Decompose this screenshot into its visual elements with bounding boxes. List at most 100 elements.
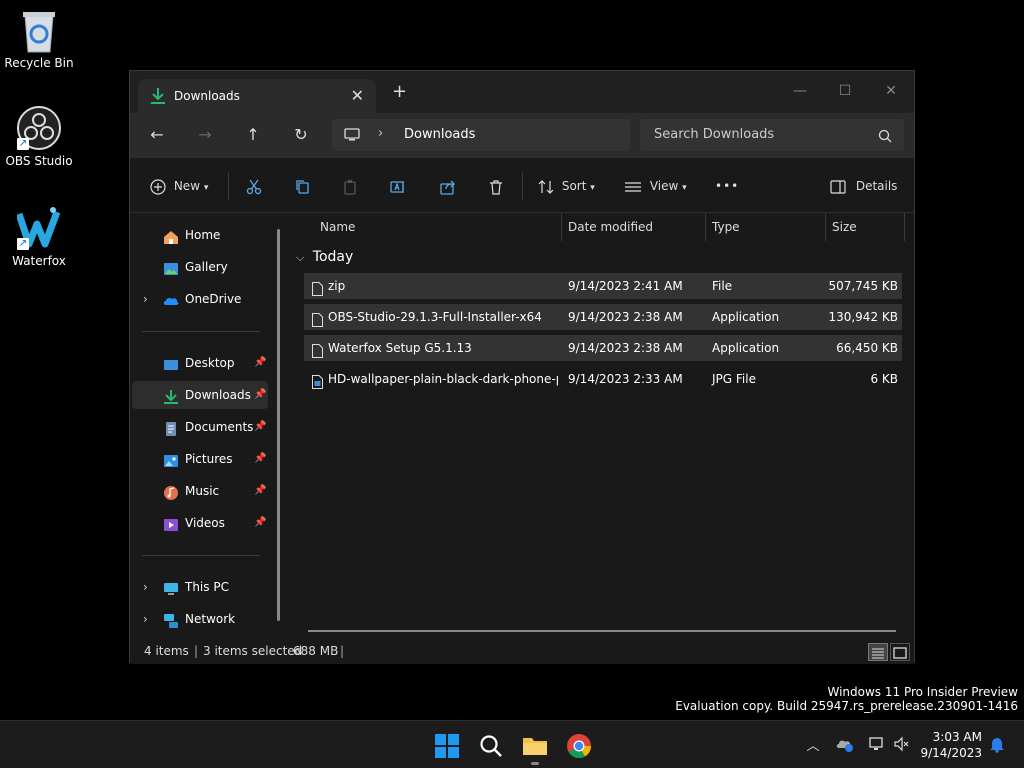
forward-button[interactable]: → [194, 125, 216, 145]
image-file-icon [312, 372, 323, 389]
share-icon [440, 180, 455, 195]
paste-button[interactable] [342, 176, 358, 196]
pin-icon[interactable]: 📌 [254, 509, 266, 537]
file-type: Application [712, 341, 780, 355]
file-row[interactable]: Waterfox Setup G5.1.13 9/14/2023 2:38 AM… [304, 335, 902, 361]
sort-button[interactable]: Sort ▾ [538, 176, 595, 196]
column-header-date[interactable]: Date modified [568, 213, 653, 241]
new-tab-button[interactable]: + [392, 83, 407, 101]
sidebar-item-label: Downloads [185, 388, 251, 402]
file-row[interactable]: OBS-Studio-29.1.3-Full-Installer-x64 9/1… [304, 304, 902, 330]
navigation-bar: ← → ↑ ↻ › Downloads Search Downloads [130, 113, 914, 157]
back-button[interactable]: ← [146, 125, 168, 145]
sidebar-divider [142, 555, 260, 556]
address-bar[interactable]: › Downloads [332, 119, 630, 151]
show-hidden-icons-chevron-icon[interactable]: ︿ [804, 735, 822, 754]
sidebar-item-documents[interactable]: Documents 📌 [132, 413, 268, 441]
sidebar-item-label: Network [185, 612, 236, 626]
cut-button[interactable] [246, 176, 262, 196]
system-clock[interactable]: 3:03 AM 9/14/2023 [920, 729, 982, 761]
pin-icon[interactable]: 📌 [254, 349, 266, 377]
new-button[interactable]: New ▾ [150, 176, 208, 196]
search-button[interactable] [478, 733, 504, 759]
title-bar[interactable]: Downloads ✕ + — ☐ ✕ [130, 71, 914, 113]
column-divider[interactable] [705, 213, 706, 241]
sidebar-scrollbar[interactable] [277, 229, 280, 621]
breadcrumb-separator-icon[interactable]: › [378, 126, 383, 141]
column-header-name[interactable]: Name [320, 213, 355, 241]
sidebar-item-home[interactable]: Home [132, 221, 268, 249]
share-button[interactable] [440, 176, 456, 196]
horizontal-scrollbar[interactable] [308, 630, 896, 632]
details-button[interactable]: Details [830, 176, 897, 196]
start-button[interactable] [434, 733, 460, 759]
search-box[interactable]: Search Downloads [640, 119, 904, 151]
desktop-icon-waterfox[interactable]: ↗ Waterfox [1, 206, 77, 268]
taskbar: ︿ 3:03 AM 9/14/2023 [0, 720, 1024, 768]
tab-close-icon[interactable]: ✕ [351, 86, 364, 105]
desktop-icon-label: OBS Studio [5, 154, 73, 168]
clock-date: 9/14/2023 [920, 746, 982, 760]
monitor-icon [344, 127, 360, 141]
group-label: Today [312, 249, 354, 265]
pin-icon[interactable]: 📌 [254, 413, 266, 441]
refresh-button[interactable]: ↻ [290, 125, 312, 145]
group-header-today[interactable]: ⌵ Today [296, 249, 353, 265]
shortcut-arrow-icon: ↗ [17, 138, 29, 150]
music-icon [163, 483, 179, 500]
sidebar-item-pictures[interactable]: Pictures 📌 [132, 445, 268, 473]
tab-downloads[interactable]: Downloads ✕ [138, 79, 376, 113]
column-divider[interactable] [825, 213, 826, 241]
file-size: 6 KB [870, 372, 898, 386]
search-icon[interactable] [878, 128, 892, 143]
pin-icon[interactable]: 📌 [254, 381, 266, 409]
more-icon: ••• [715, 179, 740, 193]
chrome-taskbar-button[interactable] [566, 733, 592, 759]
status-items-count: 4 items [144, 644, 189, 658]
sidebar-item-videos[interactable]: Videos 📌 [132, 509, 268, 537]
sidebar-item-gallery[interactable]: Gallery [132, 253, 268, 281]
chevron-right-icon[interactable]: › [143, 573, 148, 601]
sidebar-item-desktop[interactable]: Desktop 📌 [132, 349, 268, 377]
file-explorer-taskbar-button[interactable] [522, 733, 548, 765]
view-button[interactable]: View ▾ [624, 176, 687, 196]
column-divider[interactable] [561, 213, 562, 241]
more-options-button[interactable]: ••• [715, 176, 739, 196]
breadcrumb-downloads[interactable]: Downloads [404, 127, 475, 142]
status-divider: | [340, 644, 345, 658]
delete-button[interactable] [488, 176, 504, 196]
tiles-view-button[interactable] [890, 643, 910, 661]
up-button[interactable]: ↑ [242, 125, 264, 145]
file-date: 9/14/2023 2:41 AM [568, 279, 683, 293]
column-header-type[interactable]: Type [712, 213, 740, 241]
sidebar-item-onedrive[interactable]: › OneDrive [132, 285, 268, 313]
network-status-icon[interactable] [868, 735, 886, 753]
rename-button[interactable] [390, 176, 406, 196]
file-row[interactable]: zip 9/14/2023 2:41 AM File 507,745 KB [304, 273, 902, 299]
chevron-right-icon[interactable]: › [143, 285, 148, 313]
pin-icon[interactable]: 📌 [254, 477, 266, 505]
copy-button[interactable] [294, 176, 310, 196]
notification-bell-icon[interactable] [988, 735, 1006, 753]
windows-watermark: Windows 11 Pro Insider Preview Evaluatio… [675, 685, 1018, 713]
sidebar-item-music[interactable]: Music 📌 [132, 477, 268, 505]
chevron-right-icon[interactable]: › [143, 605, 148, 633]
sidebar-item-label: Documents [185, 420, 254, 434]
desktop-icon-obs-studio[interactable]: ↗ OBS Studio [1, 106, 77, 168]
maximize-button[interactable]: ☐ [825, 77, 865, 105]
file-row[interactable]: HD-wallpaper-plain-black-dark-phone-p...… [304, 366, 902, 392]
details-pane-icon [830, 179, 846, 194]
file-size: 130,942 KB [828, 310, 898, 324]
pin-icon[interactable]: 📌 [254, 445, 266, 473]
sidebar-item-network[interactable]: › Network [132, 605, 268, 633]
sidebar-item-this-pc[interactable]: › This PC [132, 573, 268, 601]
close-button[interactable]: ✕ [871, 77, 911, 105]
volume-muted-icon[interactable] [893, 735, 911, 753]
details-view-button[interactable] [868, 643, 888, 661]
desktop-icon-recycle-bin[interactable]: Recycle Bin [1, 8, 77, 70]
minimize-button[interactable]: — [780, 77, 820, 105]
cloud-status-icon[interactable] [836, 735, 854, 753]
column-header-size[interactable]: Size [832, 213, 857, 241]
sidebar-item-downloads[interactable]: Downloads 📌 [132, 381, 268, 409]
column-divider[interactable] [904, 213, 905, 241]
